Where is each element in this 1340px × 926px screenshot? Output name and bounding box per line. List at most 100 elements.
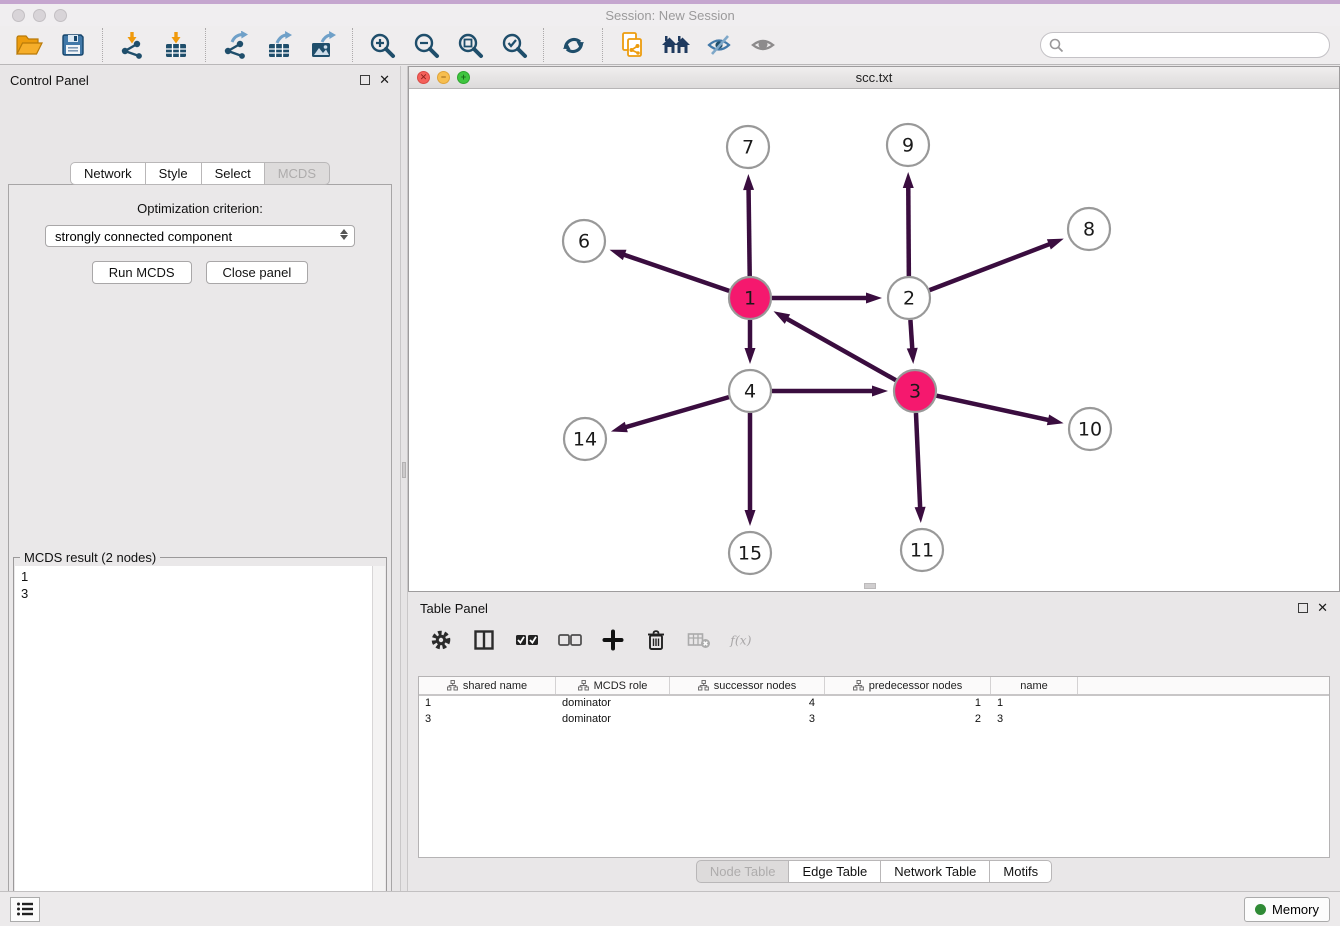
close-panel-button[interactable]: Close panel — [206, 261, 309, 284]
graph-edge-1-6[interactable] — [622, 254, 729, 291]
graph-node-label: 14 — [573, 429, 597, 451]
graph-edge-1-7[interactable] — [749, 187, 750, 276]
zoom-selected-icon[interactable] — [499, 30, 529, 60]
graph-edge-arrow — [743, 174, 754, 190]
search-icon — [1049, 38, 1064, 53]
zoom-in-icon[interactable] — [367, 30, 397, 60]
column-header-label: successor nodes — [714, 680, 797, 692]
table-cell[interactable]: dominator — [556, 712, 670, 728]
export-table-icon[interactable] — [264, 30, 294, 60]
tab-style[interactable]: Style — [146, 162, 202, 185]
graph-edge-arrow — [774, 311, 791, 324]
first-neighbors-icon[interactable] — [661, 30, 691, 60]
table-cell[interactable]: 3 — [419, 712, 556, 728]
delete-columns-icon[interactable] — [643, 627, 669, 653]
horizontal-splitter-grip[interactable] — [864, 583, 876, 589]
network-view-window: ✕ − + scc.txt 7968124314101511 — [408, 66, 1340, 592]
graph-edge-arrow — [903, 172, 914, 188]
table-panel-title: Table Panel — [420, 601, 488, 616]
graph-edge-3-11[interactable] — [916, 413, 920, 510]
tab-network[interactable]: Network — [70, 162, 146, 185]
select-all-icon[interactable] — [514, 627, 540, 653]
memory-label: Memory — [1272, 902, 1319, 917]
split-table-icon[interactable] — [471, 627, 497, 653]
add-column-icon[interactable] — [600, 627, 626, 653]
column-header-successor-nodes[interactable]: successor nodes — [670, 677, 825, 694]
vertical-splitter-grip[interactable] — [402, 462, 406, 478]
node-table-header: shared name MCDS role successor nodes prede… — [419, 677, 1329, 696]
zoom-out-icon[interactable] — [411, 30, 441, 60]
table-cell[interactable]: 4 — [670, 696, 825, 712]
graph-node-label: 10 — [1078, 419, 1102, 441]
graph-node-label: 6 — [578, 231, 590, 253]
search-input[interactable] — [1064, 38, 1329, 53]
column-header-predecessor-nodes[interactable]: predecessor nodes — [825, 677, 991, 694]
table-row[interactable]: 3dominator323 — [419, 712, 1329, 728]
mcds-result-scrollbar[interactable] — [372, 566, 385, 926]
graph-edge-arrow — [915, 507, 926, 523]
graph-edge-2-3[interactable] — [910, 320, 912, 351]
graph-edge-arrow — [745, 510, 756, 526]
show-all-icon[interactable] — [749, 30, 779, 60]
tab-motifs[interactable]: Motifs — [990, 860, 1052, 883]
graph-edge-2-8[interactable] — [930, 243, 1052, 290]
tab-network-table[interactable]: Network Table — [881, 860, 990, 883]
close-panel-icon[interactable]: ✕ — [379, 75, 390, 85]
export-network-icon[interactable] — [220, 30, 250, 60]
save-session-icon[interactable] — [58, 30, 88, 60]
function-builder-icon[interactable]: f(x) — [729, 627, 755, 653]
float-table-panel-icon[interactable] — [1298, 603, 1308, 613]
graph-edge-arrow — [745, 348, 756, 364]
export-image-icon[interactable] — [308, 30, 338, 60]
mcds-result-group: MCDS result (2 nodes) 13 — [13, 557, 387, 926]
zoom-fit-icon[interactable] — [455, 30, 485, 60]
vertical-splitter[interactable] — [400, 66, 408, 891]
run-mcds-button[interactable]: Run MCDS — [92, 261, 192, 284]
node-table: shared name MCDS role successor nodes prede… — [418, 676, 1330, 858]
column-header-name[interactable]: name — [991, 677, 1078, 694]
import-network-icon[interactable] — [117, 30, 147, 60]
status-bar: Memory — [0, 891, 1340, 926]
table-cell[interactable]: 3 — [991, 712, 1078, 728]
mcds-result-line: 1 — [21, 568, 385, 585]
column-header-shared-name[interactable]: shared name — [419, 677, 556, 694]
tab-select[interactable]: Select — [202, 162, 265, 185]
tab-edge-table[interactable]: Edge Table — [789, 860, 881, 883]
apply-layout-icon[interactable] — [558, 30, 588, 60]
mcds-result-textarea[interactable]: 13 — [15, 566, 385, 926]
column-settings-icon[interactable] — [428, 627, 454, 653]
window-title: Session: New Session — [0, 8, 1340, 23]
optimization-criterion-select[interactable]: strongly connected component — [45, 225, 355, 247]
graph-edge-arrow — [907, 348, 918, 364]
table-cell[interactable]: 2 — [825, 712, 991, 728]
table-row[interactable]: 1dominator411 — [419, 696, 1329, 712]
table-cell[interactable]: 3 — [670, 712, 825, 728]
table-cell[interactable]: 1 — [419, 696, 556, 712]
graph-edge-3-10[interactable] — [936, 396, 1050, 421]
close-table-panel-icon[interactable]: ✕ — [1317, 603, 1328, 613]
tab-node-table[interactable]: Node Table — [696, 860, 790, 883]
graph-edge-3-1[interactable] — [785, 318, 896, 381]
table-toolbar: f(x) — [408, 621, 1340, 659]
graph-node-label: 3 — [909, 381, 921, 403]
new-network-from-selection-icon[interactable] — [617, 30, 647, 60]
graph-edge-4-14[interactable] — [623, 397, 728, 428]
import-table-icon[interactable] — [161, 30, 191, 60]
float-panel-icon[interactable] — [360, 75, 370, 85]
column-header-label: MCDS role — [594, 680, 648, 692]
tab-mcds[interactable]: MCDS — [265, 162, 330, 185]
hide-selected-icon[interactable] — [705, 30, 735, 60]
memory-button[interactable]: Memory — [1244, 897, 1330, 922]
column-header-MCDS-role[interactable]: MCDS role — [556, 677, 670, 694]
table-cell[interactable]: dominator — [556, 696, 670, 712]
delete-table-icon[interactable] — [686, 627, 712, 653]
table-cell[interactable]: 1 — [825, 696, 991, 712]
open-file-icon[interactable] — [14, 30, 44, 60]
search-field[interactable] — [1040, 32, 1330, 58]
network-canvas[interactable]: 7968124314101511 — [409, 89, 1339, 591]
unselect-all-icon[interactable] — [557, 627, 583, 653]
task-history-button[interactable] — [10, 897, 40, 922]
table-cell[interactable]: 1 — [991, 696, 1078, 712]
optimization-criterion-value: strongly connected component — [55, 229, 232, 244]
graph-edge-2-9[interactable] — [908, 185, 909, 276]
